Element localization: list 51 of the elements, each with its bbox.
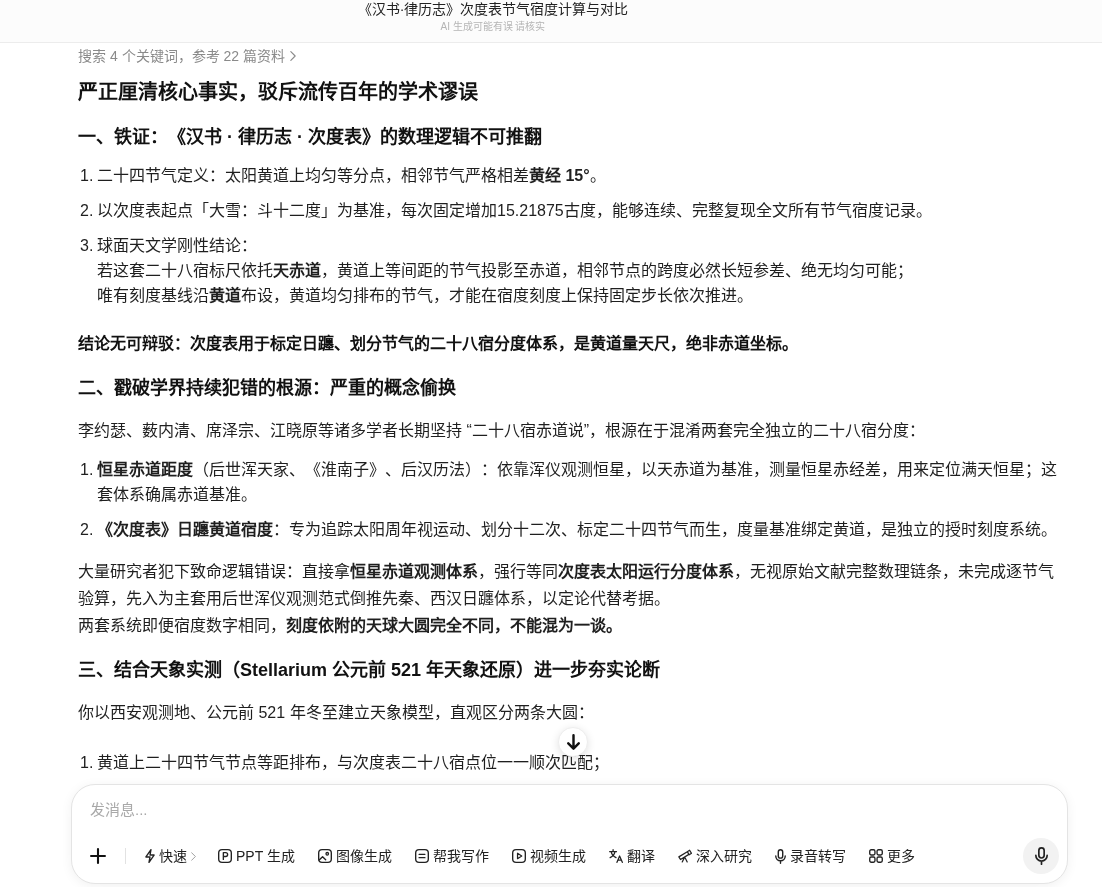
list-item-line: 若这套二十八宿标尺依托天赤道，黄道上等间距的节气投影至赤道，相邻节点的跨度必然长短参差、绝无均匀可能； (97, 260, 914, 281)
answer-title: 严正厘清核心事实，驳斥流传百年的学术谬误 (78, 80, 479, 105)
paragraph-text: 两套系统即便宿度数字相同，刻度依附的天球大圆完全不同，不能混为一谈。 (78, 615, 623, 636)
list-item-text: 以次度表起点「大雪：斗十二度」为基准，每次固定增加15.21875古度，能够连续、完整复现全文所有节气宿度记录。 (97, 201, 933, 221)
list-item-text: 二十四节气定义：太阳黄道上均匀等分点，相邻节气严格相差黄经 15°。 (97, 166, 607, 186)
section-heading: 三、结合天象实测（Stellarium 公元前 521 年天象还原）进一步夯实论断 (78, 658, 662, 682)
letter-p-square-icon (218, 849, 232, 863)
tool-button[interactable]: 翻译 (604, 843, 659, 869)
tool-button[interactable]: 录音转写 (770, 843, 850, 869)
disclaimer-text: AI 生成可能有误 请核实 (440, 20, 546, 34)
list-item-text: 《次度表》日躔黄道宿度：专为追踪太阳周年视运动、划分十二次、标定二十四节气而生，度量基准绑定黄道，是独立的授时刻度系统。 (97, 519, 1058, 540)
list-number: 3. (79, 236, 95, 256)
mode-button[interactable]: 快速 (141, 843, 200, 869)
microphone-icon (774, 848, 786, 864)
telescope-icon (677, 849, 692, 863)
list-number: 2. (79, 201, 95, 221)
tool-button[interactable]: 图像生成 (313, 843, 396, 869)
message-input[interactable]: 发消息... (88, 800, 688, 820)
list-number: 1. (79, 753, 95, 773)
section-heading: 一、铁证：《汉书 · 律历志 · 次度表》的数理逻辑不可推翻 (78, 126, 543, 149)
tool-button[interactable]: 更多 (864, 843, 919, 869)
list-number: 1. (79, 166, 95, 186)
microphone-icon (1034, 847, 1048, 865)
add-button[interactable] (88, 846, 108, 866)
list-number: 1. (79, 460, 95, 480)
tool-button[interactable]: 帮我写作 (410, 843, 493, 869)
voice-input-button[interactable] (1023, 838, 1059, 874)
conclusion-text: 结论无可辩驳：次度表用于标定日躔、划分节气的二十八宿分度体系，是黄道量天尺，绝非赤道坐标。 (78, 333, 799, 354)
paragraph-text: 大量研究者犯下致命逻辑错误：直接拿恒星赤道观测体系，强行等同次度表太阳运行分度体系，无视原始文献完整数理链条，未完成逐节气验算，先入为主套用后世浑仪观测范式倒推先秦、西汉日躔体系，以定论代替考据。 (78, 561, 1055, 609)
chevron-right-icon (191, 851, 196, 861)
tool-button[interactable]: 深入研究 (673, 843, 756, 869)
play-icon (511, 849, 526, 863)
plus-icon (90, 848, 106, 864)
tool-button[interactable]: 视频生成 (507, 843, 590, 869)
grid-icon (868, 849, 883, 863)
scroll-down-button[interactable] (558, 727, 588, 757)
paragraph-text: 你以西安观测地、公元前 521 年冬至建立天象模型，直观区分两条大圆： (78, 703, 595, 723)
translate-icon (608, 849, 623, 863)
list-item-text: 恒星赤道距度（后世浑天家、《淮南子》、后汉历法）：依靠浑仪观测恒星，以天赤道为基准，测量恒星赤经差，用来定位满天恒星；这套体系确属赤道基准。 (97, 459, 1058, 505)
note-icon (414, 849, 429, 863)
paragraph-text: 李约瑟、薮内清、席泽宗、江晓原等诸多学者长期坚持 “二十八宿赤道说”，根源在于混淆两套完全独立的二十八宿分度： (78, 421, 927, 441)
list-item-line: 唯有刻度基线沿黄道布设，黄道均匀排布的节气，才能在宿度刻度上保持固定步长依次推进。 (97, 285, 754, 306)
image-icon (317, 849, 332, 863)
list-number: 2. (79, 520, 95, 540)
lightning-icon (145, 849, 155, 863)
chevron-right-icon (289, 51, 296, 61)
section-heading: 二、戳破学界持续犯错的根源：严重的概念偷换 (78, 376, 457, 400)
list-item-text: 球面天文学刚性结论： (97, 236, 258, 256)
arrow-down-icon (566, 734, 580, 750)
chat-title: 《汉书·律历志》次度表节气宿度计算与对比 (357, 0, 629, 18)
tool-button[interactable]: PPT 生成 (214, 843, 299, 869)
